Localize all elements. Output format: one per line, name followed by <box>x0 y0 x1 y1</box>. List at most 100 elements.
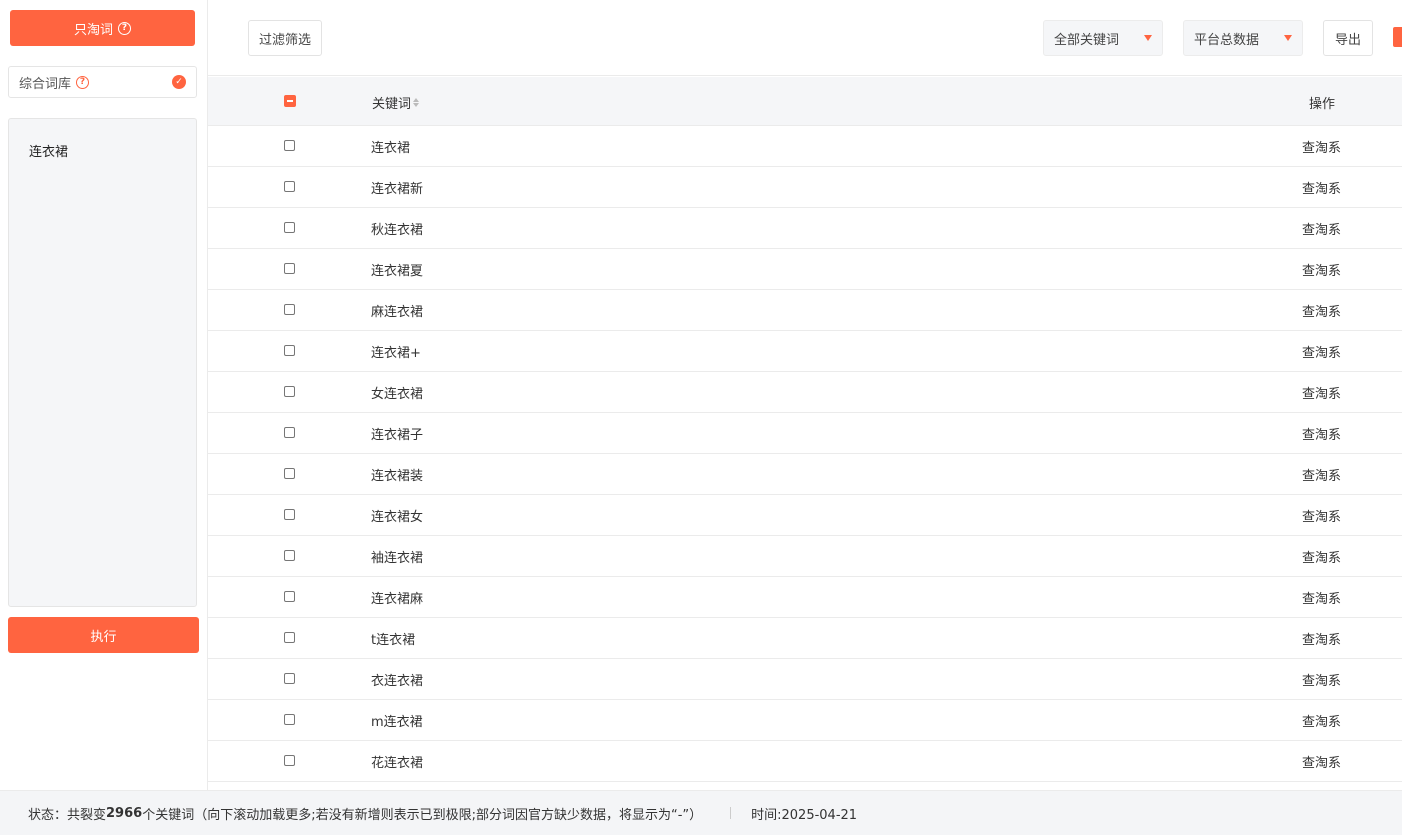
table-row: 连衣裙新 查淘系 <box>208 167 1402 208</box>
query-taobao-link[interactable]: 查淘系 <box>1302 588 1341 607</box>
keyword-cell: 连衣裙女 <box>371 510 424 525</box>
help-icon[interactable]: ? <box>76 75 90 89</box>
row-checkbox[interactable] <box>284 468 295 479</box>
keyword-cell: 袖连衣裙 <box>371 551 424 566</box>
query-taobao-link[interactable]: 查淘系 <box>1302 465 1341 484</box>
help-icon[interactable]: ? <box>118 21 131 35</box>
row-checkbox[interactable] <box>284 550 295 561</box>
keyword-table: 关键词 操作 连衣裙 查淘系 连衣裙新 查淘系 秋连衣裙 查淘系 连衣裙夏 查淘系 麻连衣裙 查淘… <box>208 77 1402 790</box>
keyword-cell: 连衣裙 <box>371 141 411 156</box>
query-taobao-link[interactable]: 查淘系 <box>1302 711 1341 730</box>
row-checkbox[interactable] <box>284 714 295 725</box>
action-column-header: 操作 <box>1309 97 1336 112</box>
table-row: 女连衣裙 查淘系 <box>208 372 1402 413</box>
row-checkbox[interactable] <box>284 181 295 192</box>
cut-off-button[interactable] <box>1393 27 1402 47</box>
row-checkbox[interactable] <box>284 591 295 602</box>
query-taobao-link[interactable]: 查淘系 <box>1302 752 1341 771</box>
execute-label: 执行 <box>90 629 117 645</box>
filter-button[interactable]: 过滤筛选 <box>248 20 323 56</box>
table-row: 连衣裙女 查淘系 <box>208 495 1402 536</box>
select-all-checkbox[interactable] <box>284 95 296 107</box>
query-taobao-link[interactable]: 查淘系 <box>1302 506 1341 525</box>
table-row: 袖连衣裙 查淘系 <box>208 536 1402 577</box>
table-row: 衣连衣裙 查淘系 <box>208 659 1402 700</box>
divider <box>730 807 732 819</box>
status-bar: 状态：共裂变 2966 个关键词（向下滚动加载更多;若没有新增则表示已到极限;部分词… <box>0 790 1402 835</box>
table-row: 连衣裙+ 查淘系 <box>208 331 1402 372</box>
table-row: m连衣裙 查淘系 <box>208 700 1402 741</box>
table-body: 连衣裙 查淘系 连衣裙新 查淘系 秋连衣裙 查淘系 连衣裙夏 查淘系 麻连衣裙 查淘系 连衣裙+ 查淘… <box>208 126 1402 782</box>
platform-select-value: 平台总数据 <box>1194 32 1260 48</box>
table-row: 连衣裙麻 查淘系 <box>208 577 1402 618</box>
sort-icon[interactable] <box>413 98 420 107</box>
keyword-cell: 连衣裙+ <box>371 346 421 361</box>
row-checkbox[interactable] <box>284 263 295 274</box>
status-suffix: 个关键词（向下滚动加载更多;若没有新增则表示已到极限;部分词因官方缺少数据，将显… <box>142 807 703 823</box>
keyword-select-value: 全部关键词 <box>1054 32 1120 48</box>
query-taobao-link[interactable]: 查淘系 <box>1302 547 1341 566</box>
query-taobao-link[interactable]: 查淘系 <box>1302 629 1341 648</box>
keyword-cell: 麻连衣裙 <box>371 305 424 320</box>
query-taobao-link[interactable]: 查淘系 <box>1302 260 1341 279</box>
keyword-cell: 秋连衣裙 <box>371 223 424 238</box>
keyword-cell: m连衣裙 <box>371 715 423 730</box>
row-checkbox[interactable] <box>284 345 295 356</box>
only-taobao-button[interactable]: 只淘词 ? <box>10 10 195 46</box>
keyword-cell: t连衣裙 <box>371 633 416 648</box>
query-taobao-link[interactable]: 查淘系 <box>1302 219 1341 238</box>
only-taobao-label: 只淘词 <box>73 22 113 38</box>
keyword-cell: 连衣裙夏 <box>371 264 424 279</box>
sidebar: 只淘词 ? 综合词库 ? ✓ 连衣裙 执行 <box>0 0 208 790</box>
execute-button[interactable]: 执行 <box>8 617 199 653</box>
table-header: 关键词 操作 <box>208 77 1402 126</box>
table-row: 秋连衣裙 查淘系 <box>208 208 1402 249</box>
row-checkbox[interactable] <box>284 509 295 520</box>
keyword-input[interactable]: 连衣裙 <box>8 118 197 607</box>
keyword-header-label: 关键词 <box>372 97 412 112</box>
query-taobao-link[interactable]: 查淘系 <box>1302 670 1341 689</box>
filter-label: 过滤筛选 <box>259 32 312 48</box>
export-label: 导出 <box>1334 32 1361 48</box>
row-checkbox[interactable] <box>284 304 295 315</box>
keyword-column-header[interactable]: 关键词 <box>372 93 420 112</box>
platform-select[interactable]: 平台总数据 <box>1183 20 1303 56</box>
table-row: 花连衣裙 查淘系 <box>208 741 1402 782</box>
table-row: t连衣裙 查淘系 <box>208 618 1402 659</box>
toolbar: 过滤筛选 全部关键词 平台总数据 导出 <box>208 0 1402 76</box>
row-checkbox[interactable] <box>284 673 295 684</box>
row-checkbox[interactable] <box>284 140 295 151</box>
keyword-cell: 连衣裙装 <box>371 469 424 484</box>
table-row: 连衣裙子 查淘系 <box>208 413 1402 454</box>
query-taobao-link[interactable]: 查淘系 <box>1302 342 1341 361</box>
row-checkbox[interactable] <box>284 386 295 397</box>
keyword-cell: 衣连衣裙 <box>371 674 424 689</box>
query-taobao-link[interactable]: 查淘系 <box>1302 424 1341 443</box>
keyword-select[interactable]: 全部关键词 <box>1043 20 1163 56</box>
table-row: 连衣裙 查淘系 <box>208 126 1402 167</box>
dropdown-arrow-icon <box>1284 35 1292 41</box>
row-checkbox[interactable] <box>284 755 295 766</box>
export-button[interactable]: 导出 <box>1323 20 1373 56</box>
table-row: 连衣裙装 查淘系 <box>208 454 1402 495</box>
query-taobao-link[interactable]: 查淘系 <box>1302 137 1341 156</box>
keyword-cell: 连衣裙子 <box>371 428 424 443</box>
keyword-cell: 连衣裙新 <box>371 182 424 197</box>
dropdown-arrow-icon <box>1144 35 1152 41</box>
keyword-cell: 女连衣裙 <box>371 387 424 402</box>
row-checkbox[interactable] <box>284 222 295 233</box>
table-row: 麻连衣裙 查淘系 <box>208 290 1402 331</box>
keyword-cell: 花连衣裙 <box>371 756 424 771</box>
query-taobao-link[interactable]: 查淘系 <box>1302 383 1341 402</box>
library-option[interactable]: 综合词库 ? ✓ <box>8 66 197 98</box>
query-taobao-link[interactable]: 查淘系 <box>1302 178 1341 197</box>
keyword-cell: 连衣裙麻 <box>371 592 424 607</box>
status-count: 2966 <box>106 805 143 821</box>
row-checkbox[interactable] <box>284 632 295 643</box>
row-checkbox[interactable] <box>284 427 295 438</box>
keyword-input-value: 连衣裙 <box>29 145 69 160</box>
status-time: 时间:2025-04-21 <box>751 807 858 823</box>
library-label: 综合词库 <box>19 76 72 92</box>
query-taobao-link[interactable]: 查淘系 <box>1302 301 1341 320</box>
table-row: 连衣裙夏 查淘系 <box>208 249 1402 290</box>
